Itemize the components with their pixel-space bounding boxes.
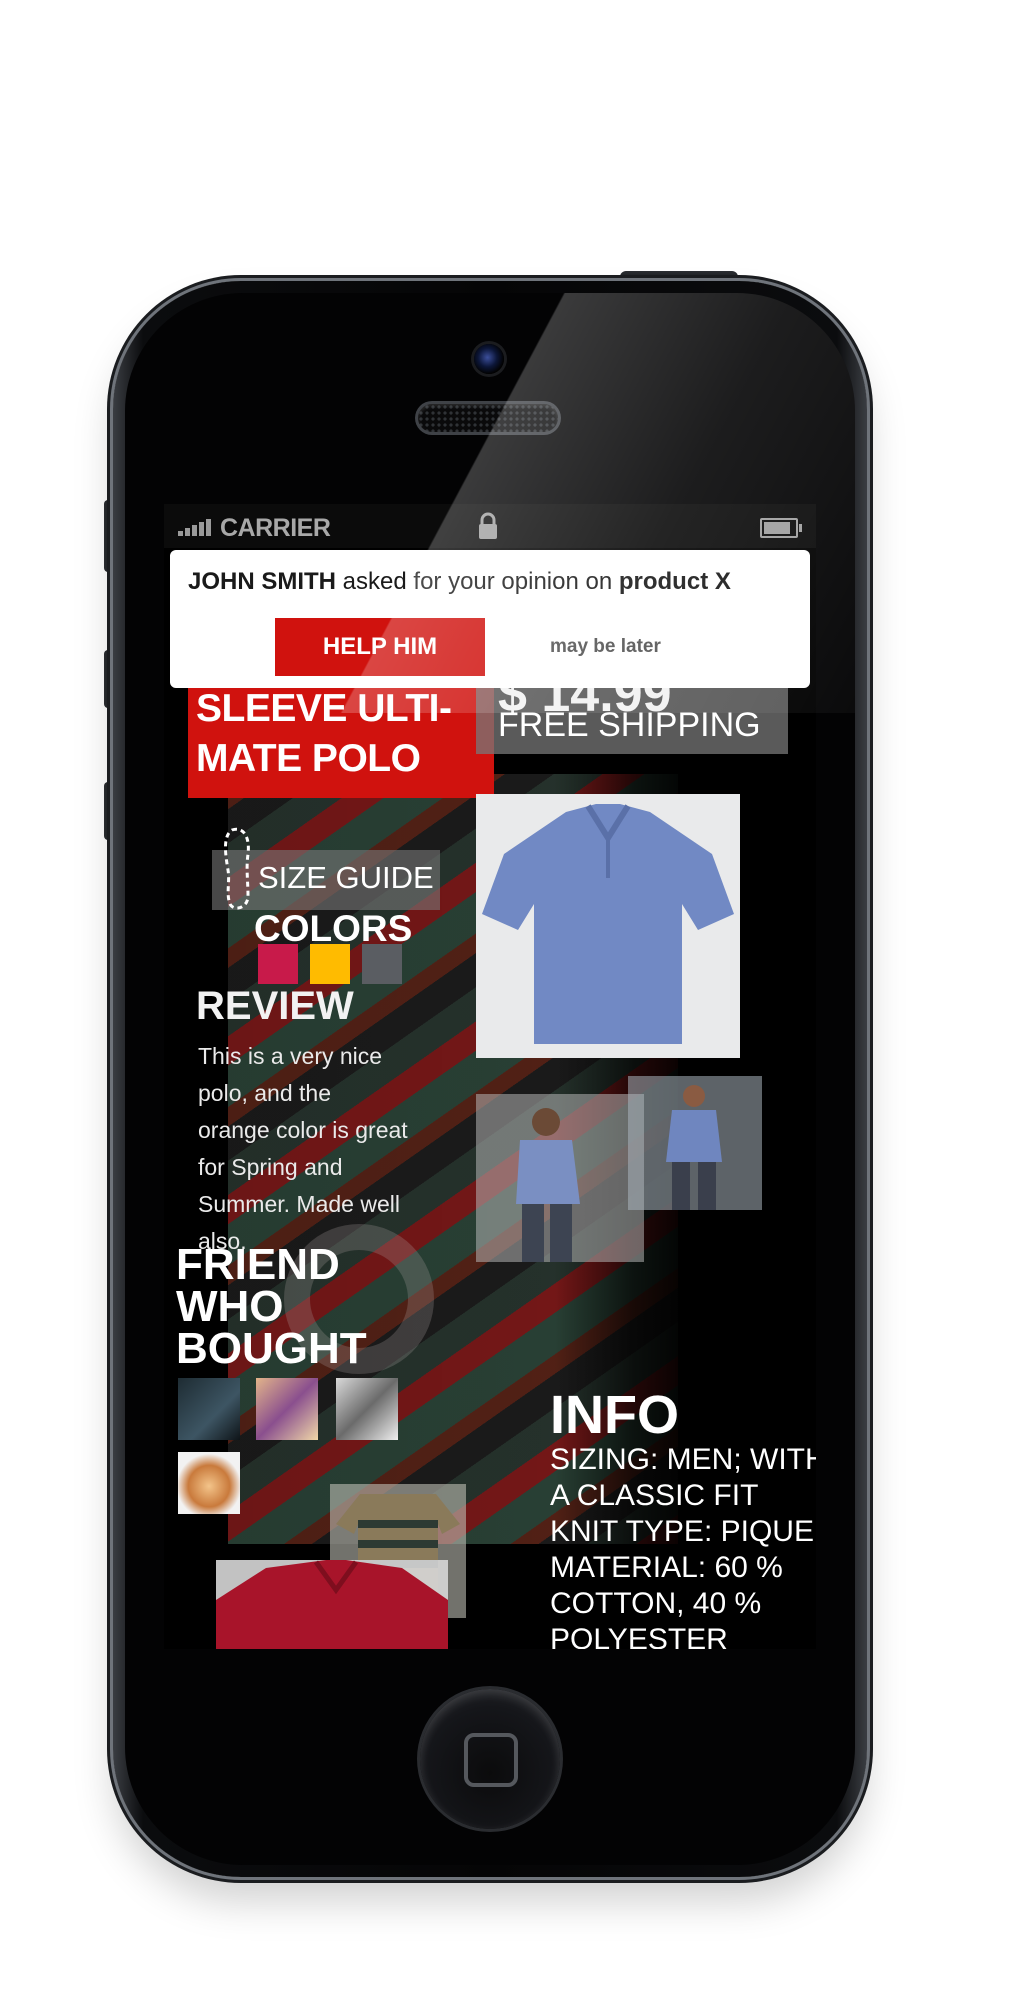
model-back-icon [516, 1108, 580, 1262]
friend-avatar-4[interactable] [178, 1452, 240, 1514]
friends-heading: FRIEND WHO BOUGHT [176, 1240, 367, 1373]
help-him-button[interactable]: HELP HIM [275, 618, 485, 676]
front-camera [474, 344, 504, 374]
friend-avatar-1[interactable] [178, 1378, 240, 1440]
color-swatch-yellow[interactable] [310, 944, 350, 984]
signal-icon [178, 516, 218, 536]
polo-shirt-icon [482, 804, 734, 1044]
notification-sender[interactable]: JOHN SMITH [188, 568, 336, 595]
home-square-icon [464, 1733, 518, 1787]
size-guide-label[interactable]: SIZE GUIDE [258, 860, 434, 896]
red-polo-icon [216, 1560, 448, 1649]
friend-avatar-2[interactable] [256, 1378, 318, 1440]
earpiece-speaker [418, 404, 558, 432]
free-shipping-label: FREE SHIPPING [498, 706, 761, 744]
color-swatch-crimson[interactable] [258, 944, 298, 984]
info-line: POLYESTER [550, 1623, 728, 1649]
review-heading: REVIEW [196, 984, 354, 1028]
product-title: SLEEVE ULTI-MATE POLO [196, 687, 452, 780]
status-bar: CARRIER [164, 504, 816, 548]
footprint-icon [224, 827, 250, 910]
info-line: MATERIAL: 60 % [550, 1551, 783, 1584]
info-line: A CLASSIC FIT [550, 1479, 759, 1512]
lock-icon [479, 512, 497, 539]
home-button[interactable] [420, 1689, 560, 1829]
product-image-main[interactable] [476, 794, 740, 1058]
info-heading: INFO [550, 1385, 679, 1445]
info-line: SIZING: MEN; WITH [550, 1443, 816, 1476]
maybe-later-button[interactable]: may be later [550, 636, 661, 658]
product-image-model-back[interactable] [476, 1094, 644, 1262]
color-swatch-gray[interactable] [362, 944, 402, 984]
review-text: This is a very nice polo, and the orange… [198, 1043, 408, 1254]
friend-avatar-3[interactable] [336, 1378, 398, 1440]
carrier-name: CARRIER [220, 514, 331, 542]
notification-body: asked for your opinion on [336, 568, 619, 595]
notification-product[interactable]: product X [619, 568, 731, 595]
battery-icon [760, 518, 802, 538]
opinion-request-notification: JOHN SMITH asked for your opinion on pro… [170, 550, 810, 688]
info-line: COTTON, 40 % [550, 1587, 762, 1620]
product-image-model-front[interactable] [628, 1076, 762, 1210]
notification-message: JOHN SMITH asked for your opinion on pro… [188, 568, 731, 596]
info-details: SIZING: MEN; WITH A CLASSIC FIT KNIT TYP… [550, 1442, 816, 1649]
app-screen: CARRIER SLEEVE ULTI-MATE POLO $ 14.99 FR… [164, 504, 816, 1649]
model-front-icon [666, 1085, 722, 1210]
product-thumbnail-red-polo[interactable] [216, 1560, 448, 1649]
info-line: KNIT TYPE: PIQUE [550, 1515, 814, 1548]
